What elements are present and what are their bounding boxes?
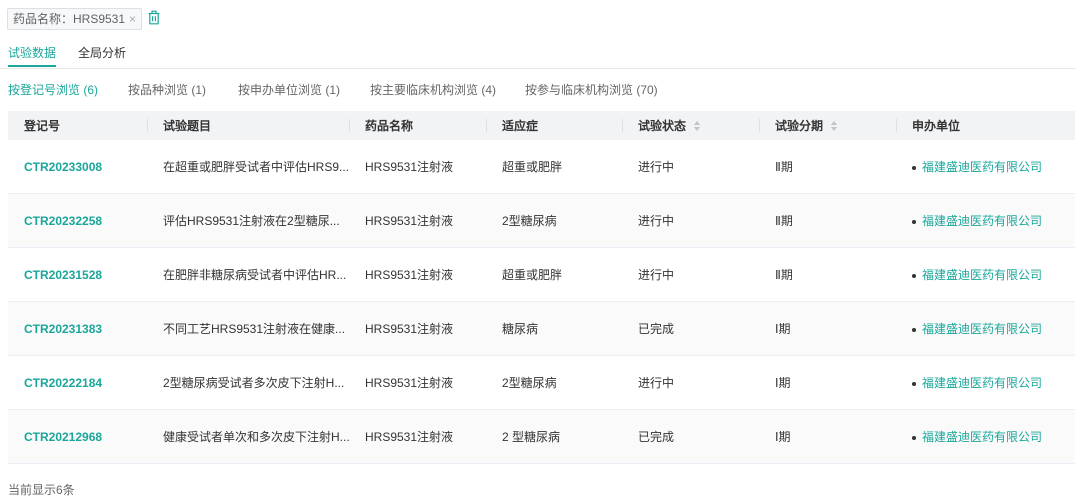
column-header-trial-phase[interactable]: 试验分期 (759, 111, 896, 140)
cell-trial-phase: Ⅰ期 (759, 301, 896, 356)
bullet-dot (912, 273, 916, 278)
cell-indication: 超重或肥胖 (486, 247, 622, 302)
cell-trial-title: 在肥胖非糖尿病受试者中评估HR... (147, 247, 349, 302)
table-row: CTR20222184 2型糖尿病受试者多次皮下注射H... HRS9531注射… (8, 355, 1075, 410)
tab-global-analysis[interactable]: 全局分析 (78, 45, 126, 68)
cell-registration-no: CTR20233008 (8, 140, 147, 194)
cell-trial-title: 不同工艺HRS9531注射液在健康... (147, 301, 349, 356)
registration-no-link[interactable]: CTR20231383 (24, 322, 102, 336)
column-header-drug-name: 药品名称 (349, 111, 486, 140)
table-row: CTR20233008 在超重或肥胖受试者中评估HRS9... HRS9531注… (8, 140, 1075, 194)
bullet-dot (912, 327, 916, 332)
cell-sponsor: 福建盛迪医药有限公司 (896, 140, 1075, 194)
trials-table: 登记号 试验题目 药品名称 适应症 试验状态 试验分期 申办单位 CTR2023… (8, 111, 1075, 464)
column-header-label: 试验状态 (638, 119, 687, 133)
subtab-by-drug[interactable]: 按品种浏览 (1) (128, 82, 206, 98)
column-header-label: 试验题目 (163, 119, 212, 133)
sponsor-link[interactable]: 福建盛迪医药有限公司 (922, 160, 1042, 174)
subtab-by-participating-site[interactable]: 按参与临床机构浏览 (70) (525, 82, 658, 98)
cell-trial-title: 评估HRS9531注射液在2型糖尿... (147, 193, 349, 248)
bullet-dot (912, 219, 916, 224)
column-header-label: 试验分期 (775, 119, 824, 133)
cell-trial-phase: Ⅱ期 (759, 193, 896, 248)
column-header-indication: 适应症 (486, 111, 622, 140)
cell-indication: 超重或肥胖 (486, 140, 622, 194)
cell-trial-status: 进行中 (622, 140, 759, 194)
cell-trial-status: 进行中 (622, 193, 759, 248)
cell-sponsor: 福建盛迪医药有限公司 (896, 355, 1075, 410)
bullet-dot (912, 435, 916, 440)
cell-drug-name: HRS9531注射液 (349, 140, 486, 194)
registration-no-link[interactable]: CTR20233008 (24, 160, 102, 174)
registration-no-link[interactable]: CTR20232258 (24, 214, 102, 228)
cell-sponsor: 福建盛迪医药有限公司 (896, 409, 1075, 464)
table-row: CTR20231383 不同工艺HRS9531注射液在健康... HRS9531… (8, 301, 1075, 356)
cell-indication: 2 型糖尿病 (486, 409, 622, 464)
cell-drug-name: HRS9531注射液 (349, 247, 486, 302)
sort-icon[interactable] (830, 120, 838, 132)
tabs-divider (0, 68, 1076, 69)
column-header-sponsor: 申办单位 (896, 111, 1075, 140)
sort-icon[interactable] (693, 120, 701, 132)
table-header-row: 登记号 试验题目 药品名称 适应症 试验状态 试验分期 申办单位 (8, 111, 1075, 140)
cell-trial-title: 健康受试者单次和多次皮下注射H... (147, 409, 350, 464)
cell-registration-no: CTR20222184 (8, 355, 147, 410)
cell-sponsor: 福建盛迪医药有限公司 (896, 247, 1075, 302)
column-header-trial-title: 试验题目 (147, 111, 349, 140)
cell-registration-no: CTR20231528 (8, 247, 147, 302)
column-header-registration-no: 登记号 (8, 111, 147, 140)
sponsor-link[interactable]: 福建盛迪医药有限公司 (922, 268, 1042, 282)
registration-no-link[interactable]: CTR20231528 (24, 268, 102, 282)
subtab-by-lead-site[interactable]: 按主要临床机构浏览 (4) (370, 82, 496, 98)
row-count-text: 当前显示6条 (8, 483, 75, 497)
cell-indication: 2型糖尿病 (486, 355, 622, 410)
cell-registration-no: CTR20212968 (8, 409, 147, 464)
cell-drug-name: HRS9531注射液 (349, 355, 486, 410)
registration-no-link[interactable]: CTR20212968 (24, 430, 102, 444)
registration-no-link[interactable]: CTR20222184 (24, 376, 102, 390)
cell-sponsor: 福建盛迪医药有限公司 (896, 301, 1075, 356)
cell-trial-phase: Ⅰ期 (759, 409, 896, 464)
cell-trial-title: 2型糖尿病受试者多次皮下注射H... (147, 355, 349, 410)
bullet-dot (912, 165, 916, 170)
close-icon[interactable]: × (129, 12, 136, 26)
table-row: CTR20232258 评估HRS9531注射液在2型糖尿... HRS9531… (8, 193, 1075, 248)
cell-indication: 糖尿病 (486, 301, 622, 356)
cell-trial-phase: Ⅱ期 (759, 247, 896, 302)
bullet-dot (912, 381, 916, 386)
cell-drug-name: HRS9531注射液 (349, 301, 486, 356)
column-header-label: 申办单位 (912, 119, 961, 133)
cell-drug-name: HRS9531注射液 (349, 409, 486, 464)
cell-trial-phase: Ⅱ期 (759, 140, 896, 194)
trash-icon[interactable] (148, 10, 160, 25)
subtab-by-sponsor[interactable]: 按申办单位浏览 (1) (238, 82, 340, 98)
filter-tag-drug-name: 药品名称：HRS9531 × (7, 8, 143, 30)
cell-trial-status: 进行中 (622, 355, 759, 410)
column-header-label: 登记号 (24, 119, 61, 133)
cell-trial-status: 已完成 (622, 301, 759, 356)
cell-sponsor: 福建盛迪医药有限公司 (896, 193, 1075, 248)
cell-trial-status: 已完成 (622, 409, 759, 464)
cell-trial-status: 进行中 (622, 247, 759, 302)
filter-tag-label: 药品名称：HRS9531 (13, 12, 126, 26)
tab-trial-data[interactable]: 试验数据 (8, 45, 57, 68)
table-row: CTR20212968 健康受试者单次和多次皮下注射H... HRS9531注射… (8, 409, 1075, 464)
sponsor-link[interactable]: 福建盛迪医药有限公司 (922, 430, 1042, 444)
column-header-label: 适应症 (502, 119, 539, 133)
browse-mode-tabs: 按登记号浏览 (6) 按品种浏览 (1) 按申办单位浏览 (1) 按主要临床机构… (8, 82, 708, 98)
cell-indication: 2型糖尿病 (486, 193, 622, 248)
sponsor-link[interactable]: 福建盛迪医药有限公司 (922, 376, 1042, 390)
main-tabs: 试验数据 全局分析 (8, 45, 148, 68)
cell-drug-name: HRS9531注射液 (349, 193, 486, 248)
cell-trial-phase: Ⅰ期 (759, 355, 896, 410)
table-row: CTR20231528 在肥胖非糖尿病受试者中评估HR... HRS9531注射… (8, 247, 1075, 302)
sponsor-link[interactable]: 福建盛迪医药有限公司 (922, 214, 1042, 228)
cell-registration-no: CTR20231383 (8, 301, 147, 356)
column-header-trial-status[interactable]: 试验状态 (622, 111, 759, 140)
subtab-by-registration-no[interactable]: 按登记号浏览 (6) (8, 82, 98, 98)
sponsor-link[interactable]: 福建盛迪医药有限公司 (922, 322, 1042, 336)
cell-registration-no: CTR20232258 (8, 193, 147, 248)
column-header-label: 药品名称 (365, 119, 414, 133)
cell-trial-title: 在超重或肥胖受试者中评估HRS9... (147, 140, 349, 194)
